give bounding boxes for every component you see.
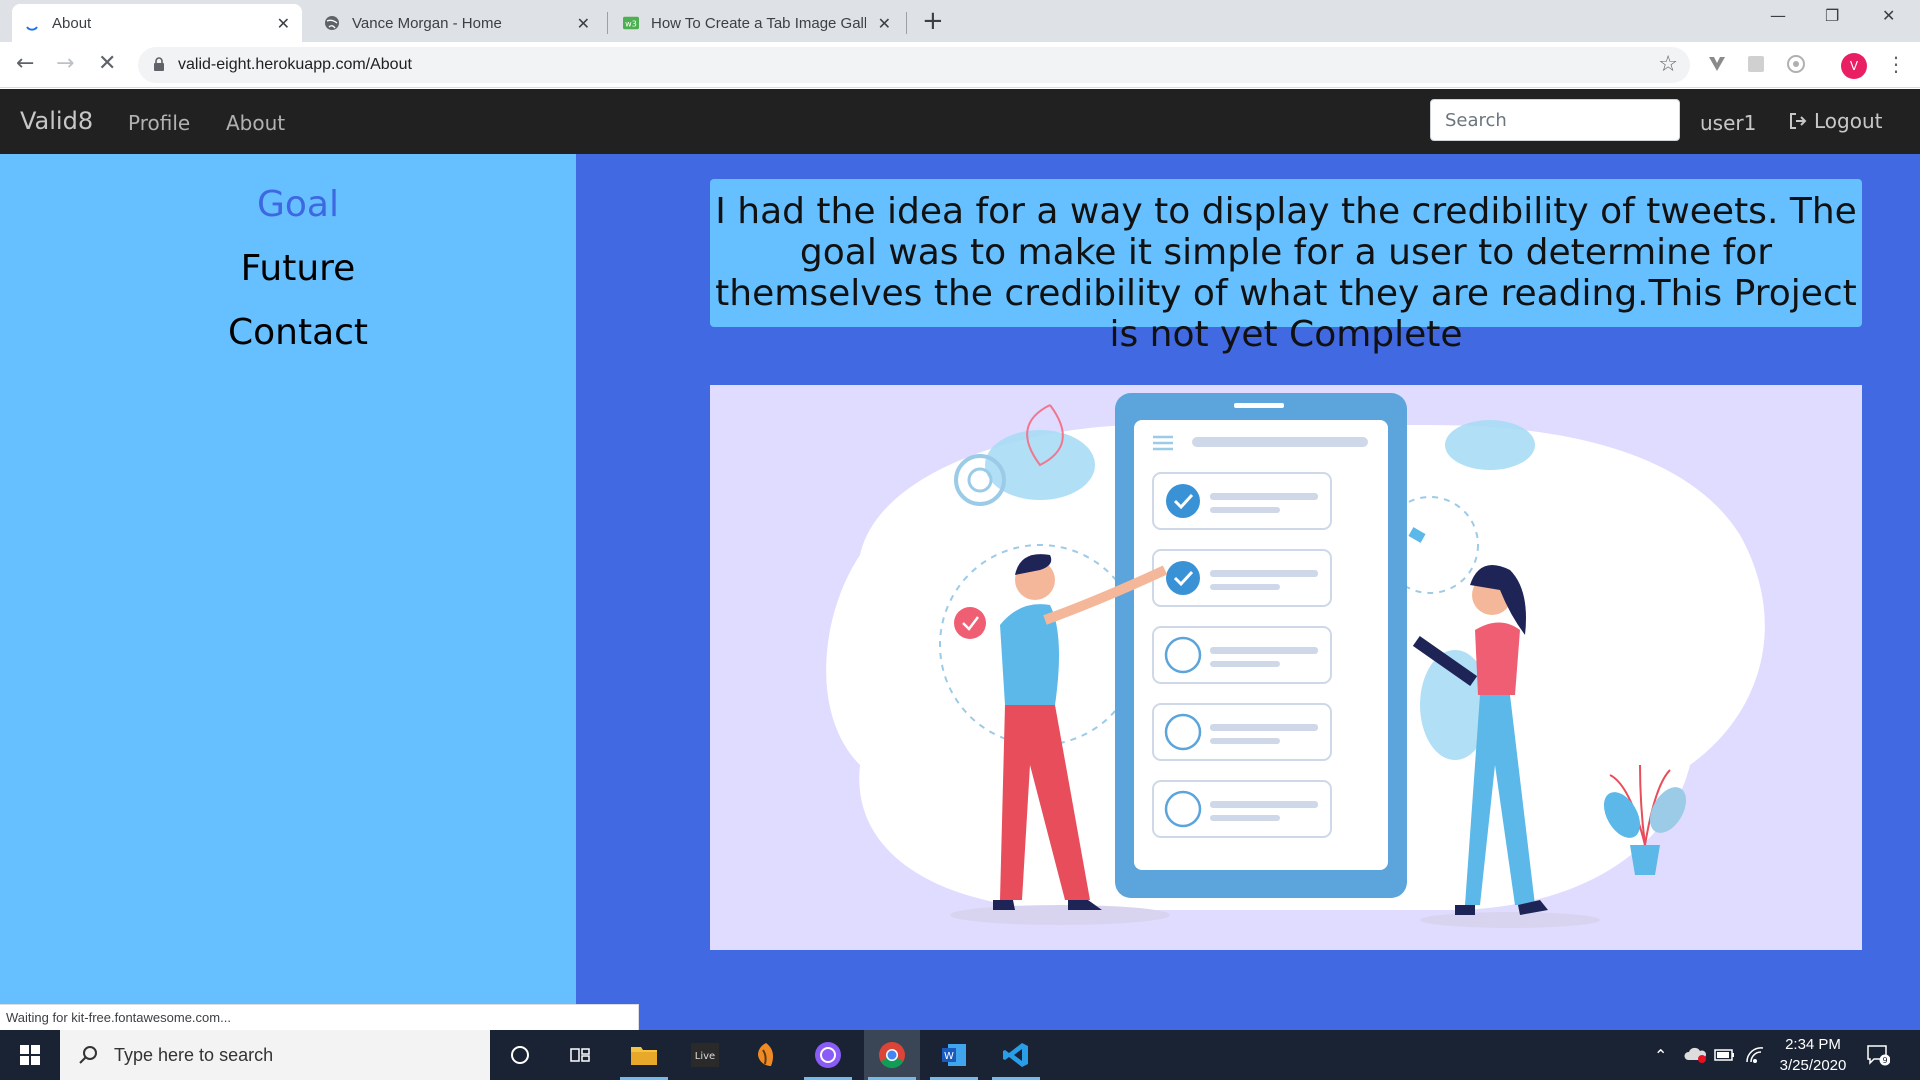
clock-time: 2:34 PM (1785, 1036, 1841, 1053)
restore-icon[interactable]: ❐ (1825, 6, 1839, 25)
w3schools-icon: w3 (623, 15, 639, 31)
profile-avatar[interactable]: V (1841, 53, 1867, 79)
file-explorer-icon[interactable] (616, 1030, 672, 1080)
browser-toolbar: ← → ✕ valid-eight.herokuapp.com/About ☆ (0, 42, 1920, 88)
search-icon (79, 1046, 97, 1064)
new-tab-button[interactable]: + (922, 8, 944, 34)
sidebar: Goal Future Contact (0, 154, 576, 1030)
lock-icon[interactable] (152, 56, 166, 76)
stop-loading-icon[interactable]: ✕ (98, 52, 116, 76)
close-tab-icon[interactable]: ✕ (577, 14, 590, 34)
svg-text:Live: Live (695, 1051, 715, 1062)
tab-about[interactable]: About ✕ (12, 4, 302, 42)
word-icon[interactable]: W (926, 1030, 982, 1080)
site-navbar: Valid8 Profile About user1 Logout (0, 89, 1920, 154)
extension-v-icon[interactable] (1706, 53, 1728, 75)
wifi-icon[interactable] (1745, 1030, 1765, 1080)
browser-status-text: Waiting for kit-free.fontawesome.com... (0, 1004, 639, 1031)
sidebar-item-contact[interactable]: Contact (0, 312, 596, 353)
checklist-illustration (710, 385, 1862, 950)
brand-link[interactable]: Valid8 (20, 107, 93, 135)
sidebar-item-future[interactable]: Future (0, 248, 596, 289)
taskbar-clock[interactable]: 2:34 PM 3/25/2020 (1776, 1034, 1850, 1076)
svg-text:W: W (944, 1051, 954, 1062)
taskbar-search-placeholder: Type here to search (114, 1044, 274, 1065)
vscode-icon[interactable] (988, 1030, 1044, 1080)
taskbar-search-box[interactable]: Type here to search (60, 1030, 490, 1080)
windows-taskbar: Type here to search Live W ⌃ 2:34 PM 3/2… (0, 1030, 1920, 1080)
nav-about-link[interactable]: About (226, 111, 285, 135)
loading-icon (24, 15, 40, 31)
ableton-live-icon[interactable]: Live (677, 1030, 733, 1080)
extension-circle-icon[interactable] (1785, 53, 1807, 75)
tab-vance-morgan[interactable]: Vance Morgan - Home ✕ (312, 4, 602, 42)
main-content: I had the idea for a way to display the … (576, 154, 1920, 1030)
notification-count: 9 (1882, 1056, 1887, 1065)
bookmark-star-icon[interactable]: ☆ (1658, 52, 1678, 77)
fl-studio-icon[interactable] (738, 1030, 794, 1080)
chevron-up-icon: ⌃ (1654, 1045, 1668, 1065)
logout-label: Logout (1814, 109, 1883, 133)
tab-title: Vance Morgan - Home (352, 14, 502, 32)
clock-date: 3/25/2020 (1779, 1057, 1847, 1074)
battery-icon[interactable] (1714, 1030, 1736, 1080)
sidebar-item-goal[interactable]: Goal (0, 184, 596, 225)
github-desktop-icon[interactable] (800, 1030, 856, 1080)
minimize-icon[interactable]: — (1770, 6, 1786, 25)
globe-icon (324, 15, 340, 31)
onedrive-error-icon[interactable] (1684, 1030, 1708, 1080)
tab-separator (607, 12, 608, 34)
start-button[interactable] (0, 1030, 60, 1080)
user-link[interactable]: user1 (1700, 111, 1756, 135)
close-tab-icon[interactable]: ✕ (878, 14, 891, 34)
tab-title: About (52, 14, 92, 32)
extension-grid-icon[interactable] (1745, 53, 1767, 75)
nav-profile-link[interactable]: Profile (128, 111, 190, 135)
action-center-icon[interactable]: 9 (1866, 1030, 1890, 1080)
windows-logo-icon (20, 1045, 40, 1065)
url-text: valid-eight.herokuapp.com/About (178, 56, 412, 73)
chrome-icon[interactable] (864, 1030, 920, 1080)
browser-tab-strip: About ✕ Vance Morgan - Home ✕ w3 How To … (0, 0, 1920, 42)
goal-text: I had the idea for a way to display the … (710, 179, 1862, 355)
tab-title: How To Create a Tab Image Galle (651, 14, 866, 32)
close-tab-icon[interactable]: ✕ (277, 14, 290, 34)
tab-separator (906, 12, 907, 34)
cortana-icon[interactable] (492, 1030, 548, 1080)
address-bar[interactable]: valid-eight.herokuapp.com/About ☆ (138, 47, 1690, 83)
browser-menu-icon[interactable]: ⋮ (1886, 52, 1906, 76)
tab-w3schools[interactable]: w3 How To Create a Tab Image Galle ✕ (611, 4, 903, 42)
task-view-icon[interactable] (552, 1030, 608, 1080)
back-icon[interactable]: ← (16, 52, 34, 76)
logout-icon (1790, 113, 1807, 129)
svg-text:w3: w3 (625, 20, 637, 29)
search-input[interactable] (1430, 99, 1680, 141)
logout-button[interactable]: Logout (1788, 109, 1882, 133)
close-window-icon[interactable]: ✕ (1882, 6, 1895, 25)
show-hidden-icons[interactable]: ⌃ (1654, 1030, 1667, 1080)
forward-icon[interactable]: → (56, 52, 74, 76)
